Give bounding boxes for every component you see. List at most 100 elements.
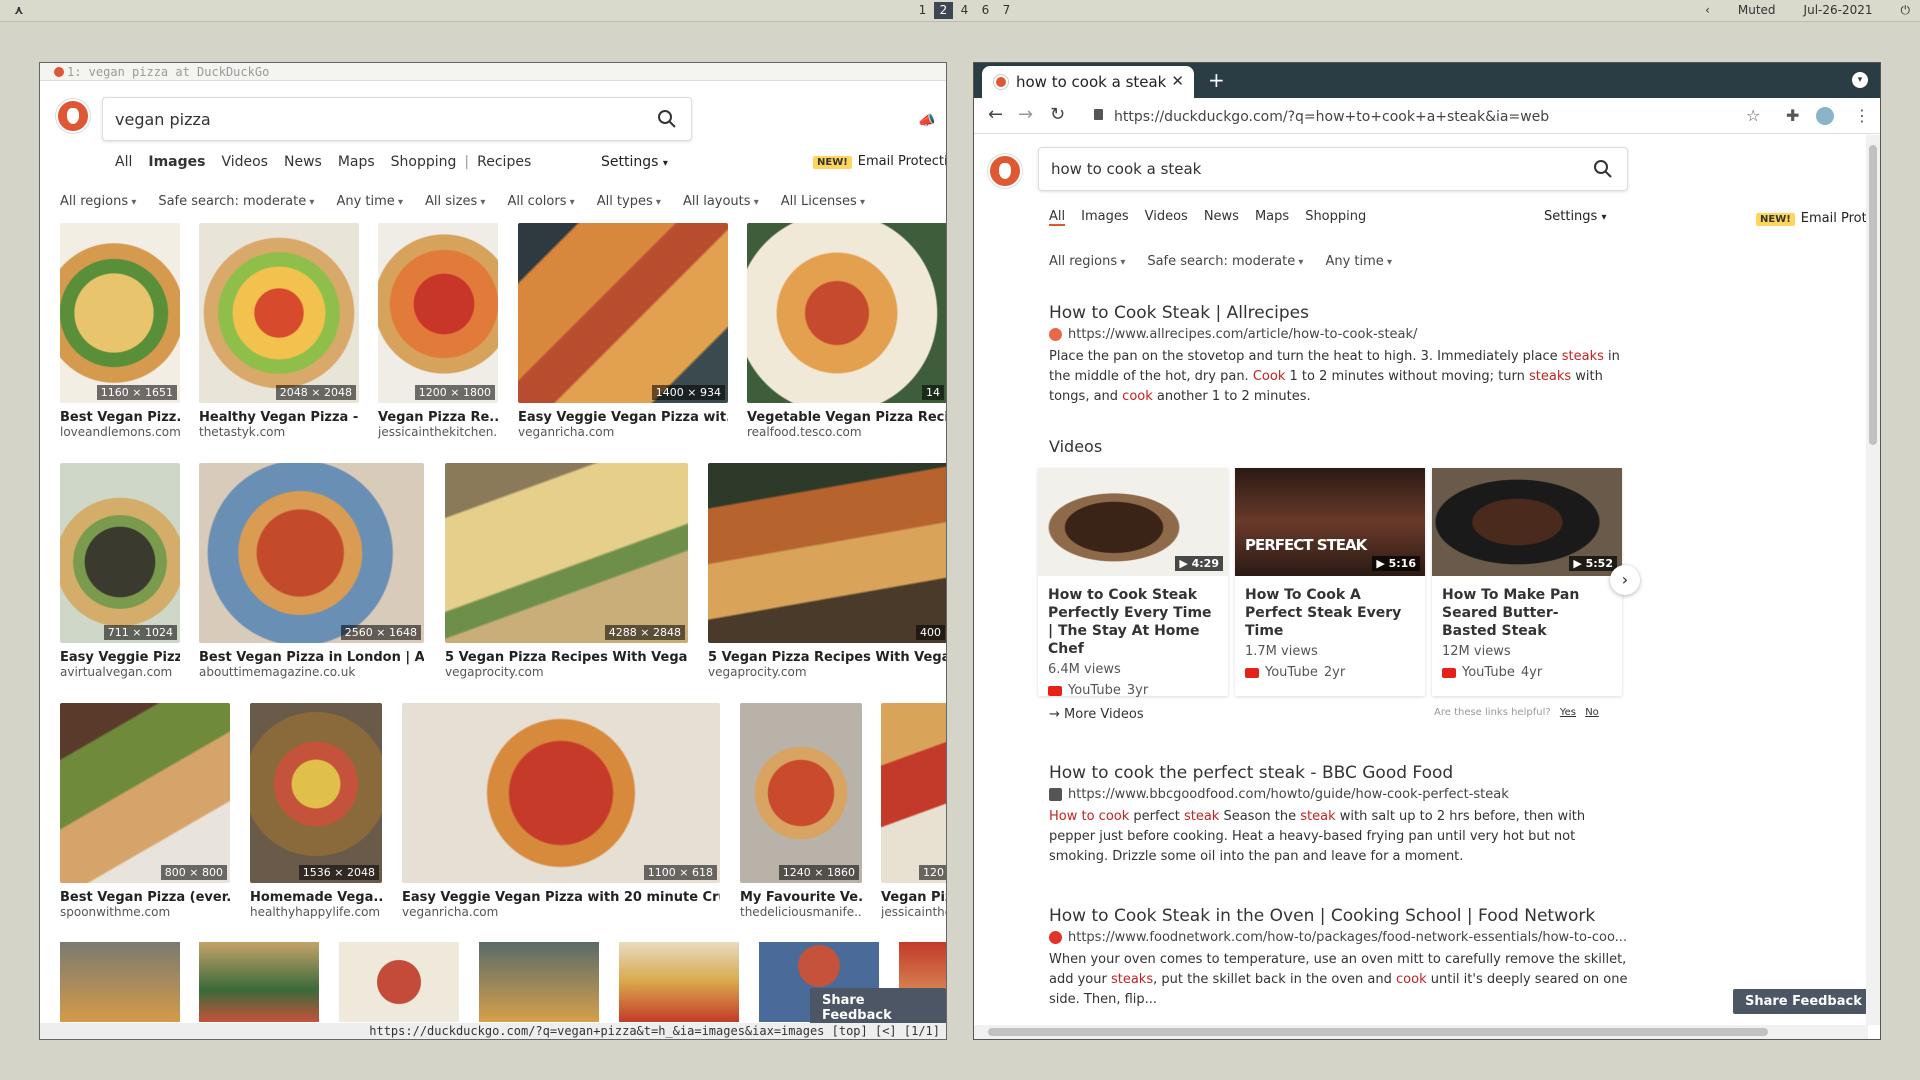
image-title[interactable]: Best Vegan Pizza (ever... bbox=[60, 890, 230, 905]
megaphone-icon[interactable]: 📣 bbox=[918, 113, 935, 129]
image-result[interactable]: 120 Vegan Piz jessicainthe bbox=[881, 703, 946, 919]
image-result[interactable]: 1160 × 1651 Best Vegan Pizz... loveandle… bbox=[60, 223, 180, 439]
image-source[interactable]: vegaprocity.com bbox=[445, 665, 688, 679]
image-source[interactable]: veganricha.com bbox=[402, 905, 720, 919]
video-card[interactable]: ▶ 5:52 How To Make Pan Seared Butter-Bas… bbox=[1432, 468, 1622, 696]
tab-all[interactable]: All bbox=[1049, 209, 1066, 226]
search-input[interactable]: vegan pizza bbox=[115, 110, 211, 129]
image-thumbnail[interactable]: 711 × 1024 bbox=[60, 463, 180, 643]
image-thumbnail[interactable]: 1536 × 2048 bbox=[250, 703, 382, 883]
image-source[interactable]: jessicainthe bbox=[881, 905, 946, 919]
workspace-6[interactable]: 6 bbox=[976, 2, 995, 19]
image-thumbnail[interactable]: 1160 × 1651 bbox=[60, 223, 180, 403]
image-source[interactable]: jessicainthekitchen... bbox=[378, 425, 498, 439]
filter-time[interactable]: Any time bbox=[336, 194, 403, 209]
profile-avatar-icon[interactable] bbox=[1816, 107, 1834, 125]
workspace-1[interactable]: 1 bbox=[913, 2, 932, 19]
image-source[interactable]: avirtualvegan.com bbox=[60, 665, 180, 679]
video-title[interactable]: How To Cook A Perfect Steak Every Time bbox=[1235, 576, 1425, 644]
image-source[interactable]: veganricha.com bbox=[518, 425, 728, 439]
image-title[interactable]: Vegan Piz bbox=[881, 890, 946, 905]
video-title[interactable]: How To Make Pan Seared Butter-Basted Ste… bbox=[1432, 576, 1622, 644]
settings-dropdown[interactable]: Settings ▾ bbox=[1544, 209, 1607, 224]
image-thumbnail[interactable]: 1100 × 618 bbox=[402, 703, 720, 883]
search-icon[interactable] bbox=[1593, 159, 1613, 183]
tab-news[interactable]: News bbox=[284, 154, 322, 170]
image-title[interactable]: Homemade Vega... bbox=[250, 890, 382, 905]
image-result[interactable]: 1200 × 1800 Vegan Pizza Re... jessicaint… bbox=[378, 223, 498, 439]
result-title-link[interactable]: How to Cook Steak in the Oven | Cooking … bbox=[1049, 906, 1629, 926]
image-thumbnail[interactable] bbox=[60, 942, 180, 1022]
image-result[interactable]: 14 Vegetable Vegan Pizza Recipe realfood… bbox=[747, 223, 946, 439]
share-feedback-button[interactable]: Share Feedback bbox=[1733, 989, 1874, 1014]
image-thumbnail[interactable]: 1240 × 1860 bbox=[740, 703, 862, 883]
image-title[interactable]: Easy Veggie Pizz... bbox=[60, 650, 180, 665]
scrollbar-thumb[interactable] bbox=[1869, 145, 1877, 445]
video-thumbnail[interactable]: ▶ 5:52 bbox=[1432, 468, 1622, 576]
image-result[interactable]: 1400 × 934 Easy Veggie Vegan Pizza wit..… bbox=[518, 223, 728, 439]
filter-layouts[interactable]: All layouts bbox=[683, 194, 759, 209]
bookmark-star-icon[interactable]: ☆ bbox=[1746, 106, 1760, 125]
next-videos-chevron-icon[interactable]: › bbox=[1610, 565, 1640, 595]
tab-all[interactable]: All bbox=[115, 154, 132, 170]
tray-arrow-icon[interactable]: ‹ bbox=[1705, 3, 1710, 18]
image-result[interactable]: 1240 × 1860 My Favourite Ve... thedelici… bbox=[740, 703, 862, 919]
filter-regions[interactable]: All regions bbox=[1049, 254, 1125, 269]
result-url[interactable]: https://www.allrecipes.com/article/how-t… bbox=[1049, 327, 1629, 342]
image-source[interactable]: abouttimemagazine.co.uk bbox=[199, 665, 424, 679]
image-thumbnail[interactable]: 400 bbox=[708, 463, 946, 643]
filter-colors[interactable]: All colors bbox=[507, 194, 574, 209]
image-title[interactable]: 5 Vegan Pizza Recipes With Vegan C bbox=[708, 650, 946, 665]
image-thumbnail[interactable]: 14 bbox=[747, 223, 946, 403]
image-source[interactable]: thedeliciousmanife... bbox=[740, 905, 862, 919]
tab-images[interactable]: Images bbox=[148, 154, 205, 170]
browser-tab[interactable]: how to cook a steak at ✕ bbox=[982, 66, 1194, 98]
lock-icon[interactable] bbox=[1094, 109, 1103, 120]
image-thumbnail[interactable]: 4288 × 2848 bbox=[445, 463, 688, 643]
image-result[interactable]: 400 5 Vegan Pizza Recipes With Vegan C v… bbox=[708, 463, 946, 679]
extensions-puzzle-icon[interactable]: ✚ bbox=[1786, 106, 1799, 125]
image-result[interactable]: 1100 × 618 Easy Veggie Vegan Pizza with … bbox=[402, 703, 720, 919]
image-title[interactable]: Vegetable Vegan Pizza Recipe bbox=[747, 410, 946, 425]
tab-shopping[interactable]: Shopping bbox=[391, 154, 457, 170]
image-thumbnail[interactable]: 1200 × 1800 bbox=[378, 223, 498, 403]
address-bar[interactable]: https://duckduckgo.com/?q=how+to+cook+a+… bbox=[1114, 109, 1549, 125]
image-source[interactable]: loveandlemons.com bbox=[60, 425, 180, 439]
result-url[interactable]: https://www.bbcgoodfood.com/howto/guide/… bbox=[1049, 787, 1629, 802]
filter-safe-search[interactable]: Safe search: moderate bbox=[1147, 254, 1303, 269]
settings-dropdown[interactable]: Settings ▾ bbox=[601, 154, 668, 170]
tab-recipes[interactable]: Recipes bbox=[477, 154, 531, 170]
image-source[interactable]: spoonwithme.com bbox=[60, 905, 230, 919]
filter-licenses[interactable]: All Licenses bbox=[781, 194, 865, 209]
image-result[interactable]: 1536 × 2048 Homemade Vega... healthyhapp… bbox=[250, 703, 382, 919]
image-title[interactable]: My Favourite Ve... bbox=[740, 890, 862, 905]
yes-link[interactable]: Yes bbox=[1560, 707, 1576, 718]
close-tab-icon[interactable]: ✕ bbox=[1171, 72, 1184, 90]
video-card[interactable]: PERFECT STEAK ▶ 5:16 How To Cook A Perfe… bbox=[1235, 468, 1425, 696]
search-icon[interactable] bbox=[657, 109, 677, 133]
result-title-link[interactable]: How to Cook Steak | Allrecipes bbox=[1049, 303, 1629, 323]
vertical-scrollbar[interactable] bbox=[1866, 135, 1880, 1025]
email-protection-link[interactable]: NEW! Email Protecti bbox=[813, 154, 946, 169]
video-title[interactable]: How to Cook Steak Perfectly Every Time |… bbox=[1038, 576, 1228, 662]
more-videos-link[interactable]: → More Videos bbox=[1049, 707, 1144, 722]
search-box[interactable]: how to cook a steak bbox=[1038, 147, 1628, 191]
tab-images[interactable]: Images bbox=[1081, 209, 1129, 226]
forward-arrow-icon[interactable]: → bbox=[1018, 104, 1033, 125]
image-source[interactable]: realfood.tesco.com bbox=[747, 425, 946, 439]
share-feedback-button[interactable]: Share Feedback bbox=[810, 988, 946, 1028]
image-result[interactable]: 4288 × 2848 5 Vegan Pizza Recipes With V… bbox=[445, 463, 688, 679]
email-protection-link[interactable]: NEW! Email Prote bbox=[1756, 211, 1875, 226]
duckduckgo-logo-icon[interactable] bbox=[56, 99, 90, 133]
image-source[interactable]: thetastyk.com bbox=[199, 425, 359, 439]
power-icon[interactable]: ⏻ bbox=[1901, 3, 1911, 18]
image-thumbnail[interactable] bbox=[619, 942, 739, 1022]
tab-search-icon[interactable]: ▾ bbox=[1852, 72, 1868, 88]
image-thumbnail[interactable] bbox=[479, 942, 599, 1022]
kebab-menu-icon[interactable]: ⋮ bbox=[1854, 106, 1870, 125]
image-thumbnail[interactable] bbox=[339, 942, 459, 1022]
filter-time[interactable]: Any time bbox=[1325, 254, 1392, 269]
result-title-link[interactable]: How to cook the perfect steak - BBC Good… bbox=[1049, 763, 1629, 783]
image-source[interactable]: vegaprocity.com bbox=[708, 665, 946, 679]
reload-icon[interactable]: ↻ bbox=[1050, 104, 1065, 125]
